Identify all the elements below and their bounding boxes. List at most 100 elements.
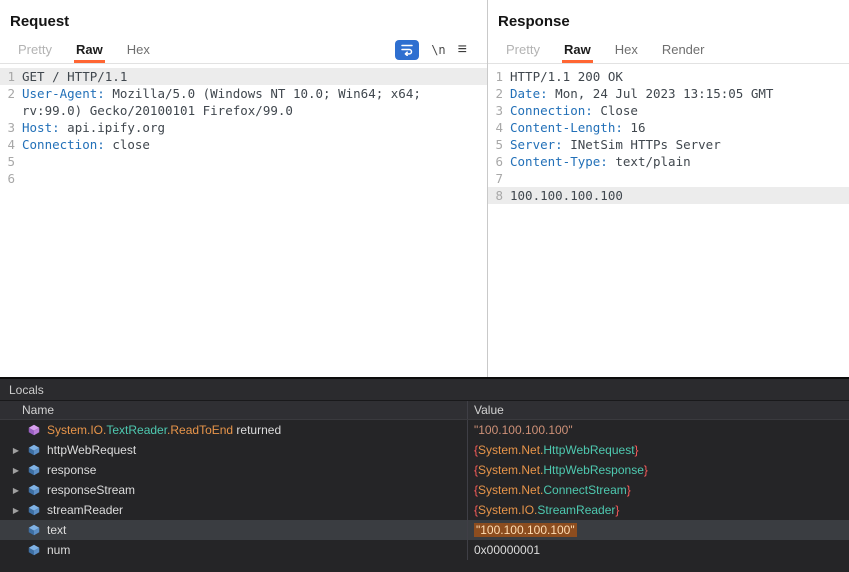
variable-value[interactable]: "100.100.100.100"	[468, 420, 849, 440]
variable-name: response	[47, 463, 96, 477]
variable-name-cell: System.IO.TextReader.ReadToEnd returned	[0, 420, 468, 440]
variable-value[interactable]: "100.100.100.100"	[468, 520, 849, 540]
line-text[interactable]: rv:99.0) Gecko/20100101 Firefox/99.0	[22, 102, 299, 119]
token: HttpWebResponse	[543, 463, 644, 477]
variable-name: System.IO.TextReader.ReadToEnd returned	[47, 423, 281, 437]
line-number: 3	[0, 119, 22, 136]
line-text[interactable]: Date: Mon, 24 Jul 2023 13:15:05 GMT	[510, 85, 779, 102]
local-variable-icon	[26, 444, 42, 456]
token: 100.100.100.100	[510, 188, 623, 203]
variable-value[interactable]: 0x00000001	[468, 540, 849, 560]
token: num	[47, 543, 70, 557]
token: httpWebRequest	[47, 443, 136, 457]
token: close	[105, 137, 150, 152]
line-number: 5	[488, 136, 510, 153]
menu-icon[interactable]: ≡	[458, 42, 467, 58]
request-title: Request	[0, 0, 487, 36]
token: response	[47, 463, 96, 477]
tab-pretty[interactable]: Pretty	[494, 36, 552, 63]
variable-name-cell: num	[0, 540, 468, 560]
token: Close	[593, 103, 638, 118]
expander-icon[interactable]: ▶	[6, 486, 26, 495]
tab-raw[interactable]: Raw	[552, 36, 603, 63]
request-tabbar: PrettyRawHex \n ≡	[0, 36, 487, 64]
locals-row[interactable]: ▶ responseStream {System.Net.ConnectStream…	[0, 480, 849, 500]
variable-name: num	[47, 543, 70, 557]
token: 16	[623, 120, 646, 135]
line-text[interactable]	[22, 153, 28, 170]
locals-rows: System.IO.TextReader.ReadToEnd returned "…	[0, 420, 849, 560]
variable-name-cell: ▶ response	[0, 460, 468, 480]
token: User-Agent:	[22, 86, 105, 101]
line-text[interactable]: Host: api.ipify.org	[22, 119, 171, 136]
locals-row[interactable]: ▶ response {System.Net.HttpWebResponse}	[0, 460, 849, 480]
variable-value-text: 0x00000001	[474, 543, 540, 557]
token: rv:99.0) Gecko/20100101 Firefox/99.0	[22, 103, 293, 118]
tab-render[interactable]: Render	[650, 36, 717, 63]
local-variable-icon	[26, 524, 42, 536]
expander-icon[interactable]: ▶	[6, 446, 26, 455]
token: text	[47, 523, 66, 537]
code-line: 4Connection: close	[0, 136, 487, 153]
token: Server:	[510, 137, 563, 152]
token: TextReader	[106, 423, 167, 437]
response-editor[interactable]: 1HTTP/1.1 200 OK2Date: Mon, 24 Jul 2023 …	[488, 64, 849, 377]
line-number: 6	[0, 170, 22, 187]
local-variable-icon	[26, 464, 42, 476]
line-text[interactable]: User-Agent: Mozilla/5.0 (Windows NT 10.0…	[22, 85, 427, 102]
locals-row[interactable]: text "100.100.100.100"	[0, 520, 849, 540]
expander-icon[interactable]: ▶	[6, 506, 26, 515]
variable-name-cell: ▶ httpWebRequest	[0, 440, 468, 460]
expander-icon[interactable]: ▶	[6, 466, 26, 475]
line-text[interactable]	[22, 170, 28, 187]
line-number: 7	[488, 170, 510, 187]
variable-value[interactable]: {System.IO.StreamReader}	[468, 500, 849, 520]
line-number: 6	[488, 153, 510, 170]
token: }	[644, 463, 648, 477]
line-text[interactable]: Connection: Close	[510, 102, 644, 119]
locals-row[interactable]: ▶streamReader{System.IO.StreamReader}	[0, 500, 849, 520]
locals-row[interactable]: num 0x00000001	[0, 540, 849, 560]
wrap-toggle-icon[interactable]	[395, 40, 419, 60]
line-text[interactable]: Server: INetSim HTTPs Server	[510, 136, 727, 153]
line-text[interactable]: 100.100.100.100	[510, 187, 629, 204]
token: Connection:	[510, 103, 593, 118]
line-text[interactable]: GET / HTTP/1.1	[22, 68, 133, 85]
tab-raw[interactable]: Raw	[64, 36, 115, 63]
tab-hex[interactable]: Hex	[603, 36, 650, 63]
token: }	[615, 503, 619, 517]
request-toolbar: \n ≡	[395, 36, 481, 63]
name-column-header: Name	[0, 401, 468, 419]
line-text[interactable]: HTTP/1.1 200 OK	[510, 68, 629, 85]
newline-toggle-icon[interactable]: \n	[431, 43, 445, 57]
line-text[interactable]	[510, 170, 516, 187]
variable-value-text: {System.IO.StreamReader}	[474, 503, 619, 517]
variable-value[interactable]: {System.Net.ConnectStream}	[468, 480, 849, 500]
code-line: 1HTTP/1.1 200 OK	[488, 68, 849, 85]
line-number: 1	[0, 68, 22, 85]
line-number: 8	[488, 187, 510, 204]
variable-value-text: {System.Net.ConnectStream}	[474, 483, 631, 497]
line-number: 4	[0, 136, 22, 153]
locals-row[interactable]: System.IO.TextReader.ReadToEnd returned "…	[0, 420, 849, 440]
request-panel: Request PrettyRawHex \n ≡ 1GET / HTTP/1.…	[0, 0, 488, 377]
token: GET / HTTP/1.1	[22, 69, 127, 84]
line-text[interactable]: Content-Length: 16	[510, 119, 651, 136]
locals-row[interactable]: ▶ httpWebRequest {System.Net.HttpWebReques…	[0, 440, 849, 460]
response-title: Response	[488, 0, 849, 36]
tab-pretty[interactable]: Pretty	[6, 36, 64, 63]
token: System.IO.	[47, 423, 106, 437]
token: HTTP/1.1 200 OK	[510, 69, 623, 84]
token: Date:	[510, 86, 548, 101]
locals-column-headers: Name Value	[0, 401, 849, 420]
token: returned	[233, 423, 281, 437]
variable-name: responseStream	[47, 483, 135, 497]
line-text[interactable]: Connection: close	[22, 136, 156, 153]
variable-value[interactable]: {System.Net.HttpWebRequest}	[468, 440, 849, 460]
tab-hex[interactable]: Hex	[115, 36, 162, 63]
variable-value[interactable]: {System.Net.HttpWebResponse}	[468, 460, 849, 480]
request-editor[interactable]: 1GET / HTTP/1.12User-Agent: Mozilla/5.0 …	[0, 64, 487, 377]
line-text[interactable]: Content-Type: text/plain	[510, 153, 697, 170]
line-number: 4	[488, 119, 510, 136]
token: api.ipify.org	[60, 120, 165, 135]
